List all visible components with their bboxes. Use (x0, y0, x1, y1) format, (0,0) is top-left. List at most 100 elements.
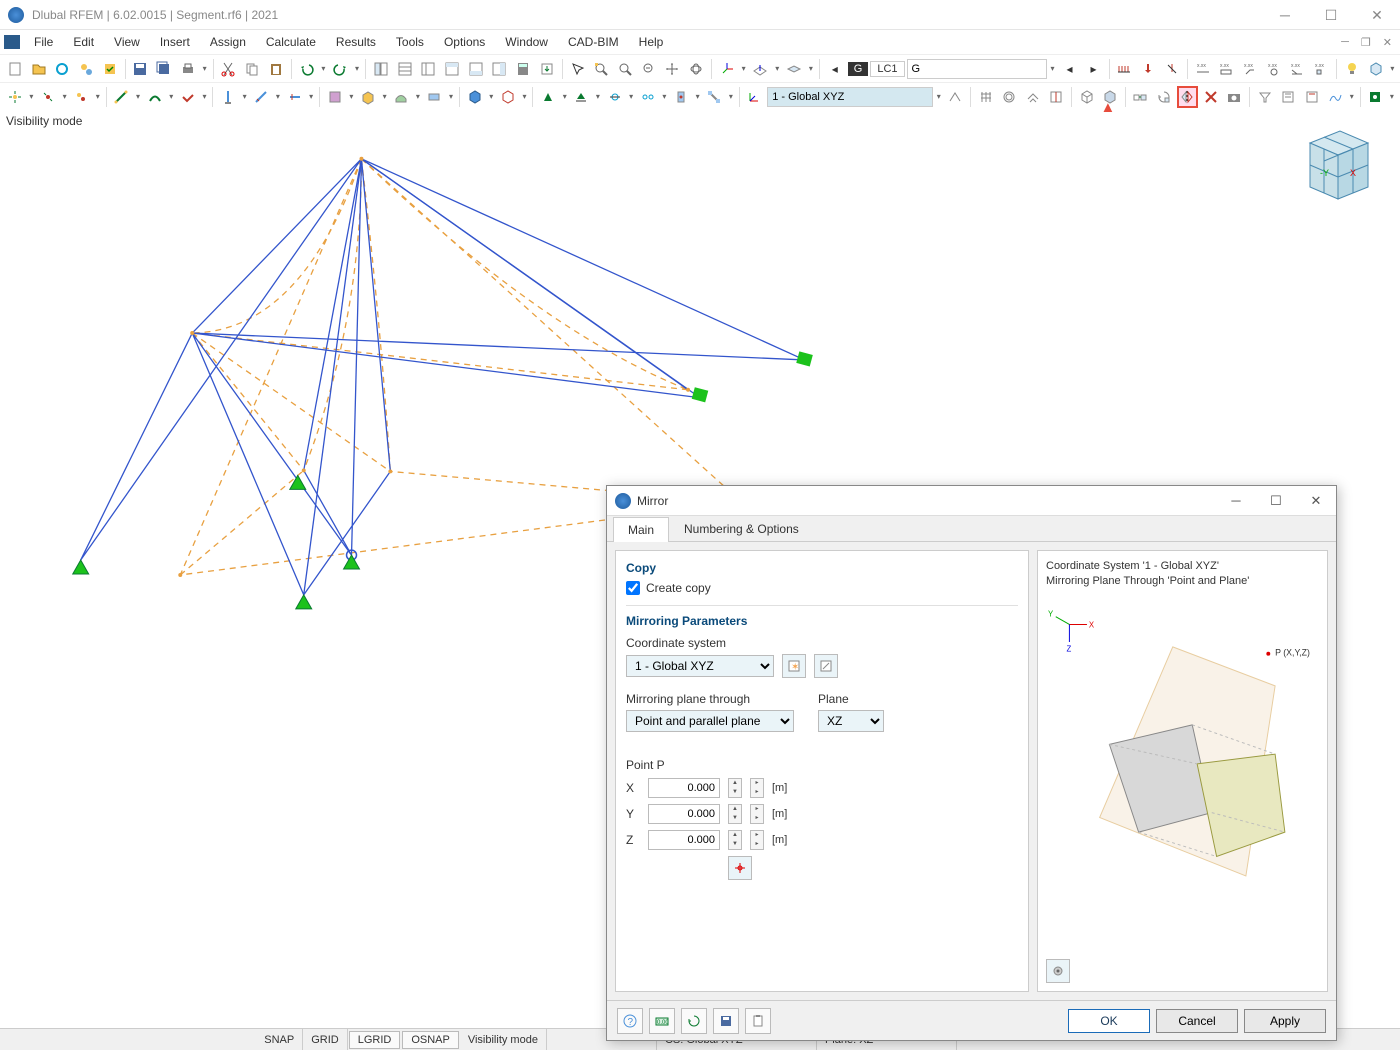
view-dropdown[interactable]: ▾ (740, 64, 748, 73)
display-opts-icon[interactable] (1365, 86, 1386, 108)
apply-button[interactable]: Apply (1244, 1009, 1326, 1033)
menu-options[interactable]: Options (434, 32, 495, 52)
menu-edit[interactable]: Edit (63, 32, 104, 52)
node-star-3-icon[interactable] (70, 86, 91, 108)
dim-xxx-4-icon[interactable]: x.xx (1263, 58, 1285, 80)
save-all-icon[interactable] (153, 58, 175, 80)
lc-nav-prev-icon[interactable]: ◂ (824, 58, 846, 80)
model-check-icon[interactable] (99, 58, 121, 80)
dialog-close[interactable]: ✕ (1296, 486, 1336, 516)
print-dropdown[interactable]: ▾ (201, 64, 209, 73)
menu-logo-icon[interactable] (4, 35, 20, 49)
section-result-icon[interactable] (1324, 86, 1345, 108)
subwin-restore[interactable]: ❐ (1357, 34, 1375, 51)
subwin-minimize[interactable]: ─ (1337, 34, 1353, 51)
grid-3-icon[interactable] (1022, 86, 1043, 108)
menu-results[interactable]: Results (326, 32, 386, 52)
paste-icon[interactable] (265, 58, 287, 80)
sb-lgrid[interactable]: LGRID (349, 1031, 401, 1049)
close-button[interactable]: ✕ (1354, 0, 1400, 30)
z-stepper[interactable]: ▸▸ (750, 830, 764, 850)
solid-1-icon[interactable] (464, 86, 485, 108)
hinge-2-icon[interactable] (637, 86, 658, 108)
cs-dd[interactable]: ▾ (935, 92, 943, 101)
redo-dropdown[interactable]: ▾ (353, 64, 361, 73)
surface-2-icon[interactable] (357, 86, 378, 108)
node-star-2-icon[interactable] (37, 86, 58, 108)
menu-calculate[interactable]: Calculate (256, 32, 326, 52)
solid-2-icon[interactable] (497, 86, 518, 108)
dim-xxx-2-icon[interactable]: x.xx (1215, 58, 1237, 80)
lc-nav-right-icon[interactable]: ▸ (1083, 58, 1105, 80)
calculator-icon[interactable] (512, 58, 534, 80)
menu-cadbim[interactable]: CAD-BIM (558, 32, 629, 52)
redo-icon[interactable] (329, 58, 351, 80)
loads-icon[interactable] (1114, 58, 1136, 80)
reset-button[interactable] (681, 1008, 707, 1034)
cs-tool-icon[interactable] (945, 86, 966, 108)
cs-axes-icon[interactable] (744, 86, 765, 108)
cs-combo[interactable]: 1 - Global XYZ (626, 655, 774, 677)
zoom-extents-icon[interactable] (590, 58, 612, 80)
grid-1-icon[interactable] (975, 86, 996, 108)
support-2-icon[interactable] (571, 86, 592, 108)
filter-3-icon[interactable] (1301, 86, 1322, 108)
results-table-icon[interactable] (417, 58, 439, 80)
member-1-icon[interactable] (217, 86, 238, 108)
delete-x-icon[interactable] (1200, 86, 1221, 108)
view-axes-icon[interactable] (716, 58, 738, 80)
gears-icon[interactable] (75, 58, 97, 80)
x-stepper[interactable]: ▸▸ (750, 778, 764, 798)
tables-icon[interactable] (394, 58, 416, 80)
cube-dropdown[interactable]: ▾ (1388, 64, 1396, 73)
sb-vismode[interactable]: Visibility mode (460, 1029, 547, 1050)
load-point-icon[interactable] (1137, 58, 1159, 80)
release-icon[interactable] (670, 86, 691, 108)
panel-1-icon[interactable] (441, 58, 463, 80)
workplane-dropdown[interactable]: ▾ (807, 64, 815, 73)
dialog-minimize[interactable]: ─ (1216, 486, 1256, 516)
filter-2-icon[interactable] (1277, 86, 1298, 108)
menu-help[interactable]: Help (629, 32, 674, 52)
sb-grid[interactable]: GRID (303, 1029, 348, 1050)
cs-new-button[interactable]: ✶ (782, 654, 806, 678)
plane-combo[interactable]: XZ (818, 710, 884, 732)
undo-icon[interactable] (296, 58, 318, 80)
menu-view[interactable]: View (104, 32, 150, 52)
clipboard-button[interactable] (745, 1008, 771, 1034)
grid-2-icon[interactable] (999, 86, 1020, 108)
dim-xxx-3-icon[interactable]: x.xx (1239, 58, 1261, 80)
filter-1-icon[interactable] (1254, 86, 1275, 108)
save-defaults-button[interactable] (713, 1008, 739, 1034)
rotate-icon[interactable] (685, 58, 707, 80)
load-remove-icon[interactable] (1161, 58, 1183, 80)
units-button[interactable]: 0.00 (649, 1008, 675, 1034)
line-2-icon[interactable] (144, 86, 165, 108)
cancel-button[interactable]: Cancel (1156, 1009, 1238, 1033)
mirror-icon[interactable] (1177, 86, 1199, 108)
undo-dropdown[interactable]: ▾ (319, 64, 327, 73)
refresh-icon[interactable] (51, 58, 73, 80)
menu-assign[interactable]: Assign (200, 32, 256, 52)
new-file-icon[interactable] (4, 58, 26, 80)
view-cube[interactable]: X -Y (1280, 118, 1380, 218)
hinge-1-icon[interactable] (604, 86, 625, 108)
rigid-link-icon[interactable] (704, 86, 725, 108)
cs-edit-button[interactable] (814, 654, 838, 678)
dialog-maximize[interactable]: ☐ (1256, 486, 1296, 516)
pick-point-button[interactable] (728, 856, 752, 880)
pan-icon[interactable] (662, 58, 684, 80)
surface-3-icon[interactable] (390, 86, 411, 108)
menu-window[interactable]: Window (495, 32, 558, 52)
sb-snap[interactable]: SNAP (256, 1029, 303, 1050)
move-copy-icon[interactable] (1130, 86, 1151, 108)
maximize-button[interactable]: ☐ (1308, 0, 1354, 30)
cube-view-icon[interactable] (1365, 58, 1387, 80)
vis-wireframe-icon[interactable] (1076, 86, 1097, 108)
minimize-button[interactable]: ─ (1262, 0, 1308, 30)
save-icon[interactable] (130, 58, 152, 80)
dim-xxx-6-icon[interactable]: x.xx (1310, 58, 1332, 80)
coord-system-combo[interactable] (767, 87, 933, 107)
rotate-copy-icon[interactable] (1153, 86, 1174, 108)
dim-xxx-1-icon[interactable]: x.xx (1192, 58, 1214, 80)
